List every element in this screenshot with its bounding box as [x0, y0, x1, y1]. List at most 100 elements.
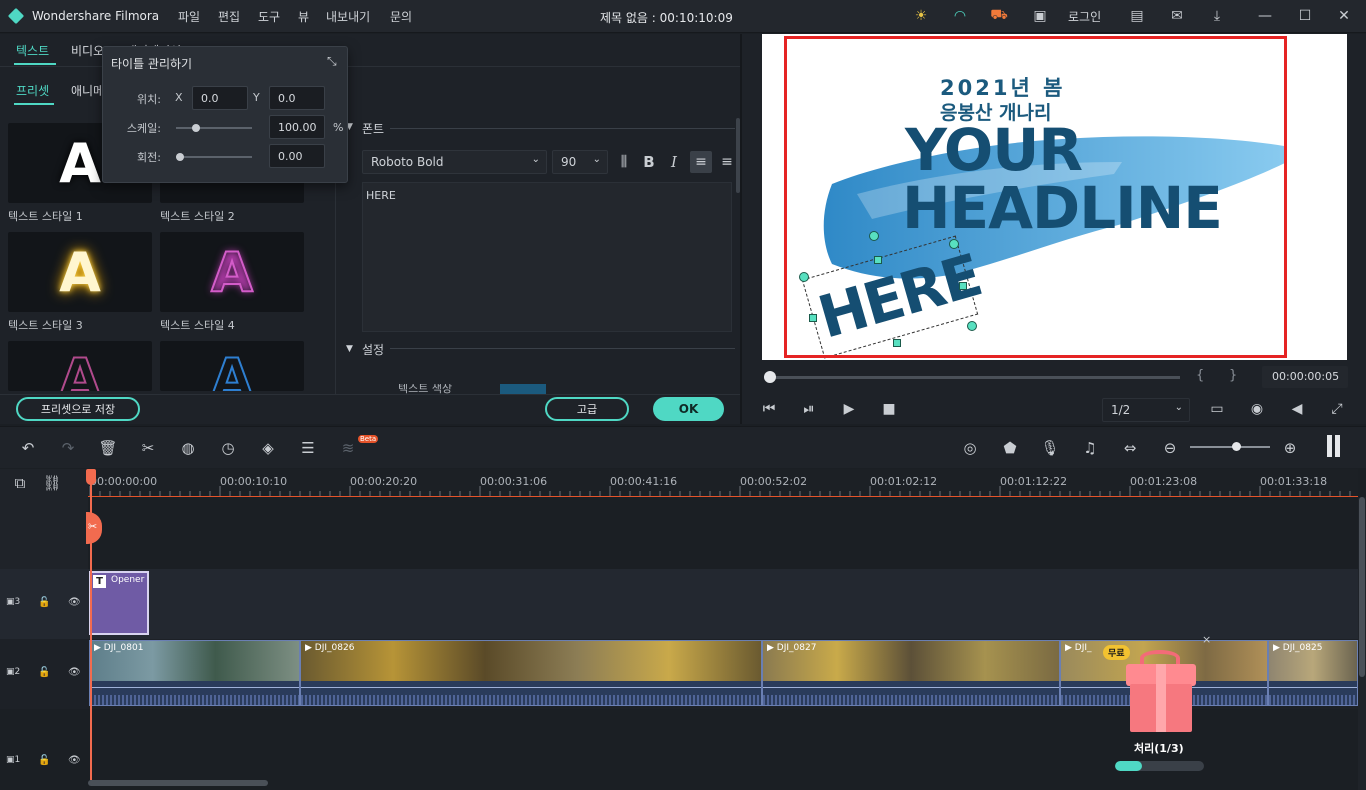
display-icon[interactable]: ▭ — [1208, 400, 1226, 418]
menu-export[interactable]: 내보내기 — [326, 8, 370, 25]
scale-slider-knob[interactable] — [192, 124, 201, 132]
stop-icon[interactable]: ■ — [880, 400, 898, 418]
step-back-icon[interactable]: ⏮ — [760, 400, 778, 418]
lock-icon[interactable]: 🔓 — [38, 667, 50, 678]
download-icon[interactable]: ⤓ — [1208, 7, 1226, 25]
pause-bar-left[interactable] — [1327, 435, 1332, 457]
play-frame-icon[interactable]: ⏯ — [800, 400, 818, 418]
zoom-slider[interactable] — [1190, 442, 1270, 451]
adjust-icon[interactable]: ☰ — [298, 438, 318, 458]
eye-icon[interactable]: 👁 — [68, 597, 81, 608]
zoom-out-icon[interactable]: ⊖ — [1160, 438, 1180, 458]
resize-handle[interactable] — [893, 339, 901, 347]
playhead-knob[interactable] — [764, 371, 776, 383]
link-icon[interactable]: ⛓ — [42, 473, 62, 493]
tab-text[interactable]: 텍스트 — [16, 42, 49, 59]
align-left-icon[interactable]: ≡ — [690, 151, 712, 173]
fullscreen-icon[interactable]: ⤢ — [1328, 400, 1346, 418]
zoom-in-icon[interactable]: ⊕ — [1280, 438, 1300, 458]
minimize-icon[interactable]: — — [1256, 7, 1274, 25]
timeline-scrollbar-h[interactable] — [88, 780, 268, 786]
save-preset-button[interactable]: 프리셋으로 저장 — [16, 397, 140, 421]
preview-canvas[interactable]: 2021년 봄 응봉산 개나리 YOUR HEADLINE HERE — [762, 34, 1347, 360]
rotate-handle[interactable] — [869, 231, 879, 241]
tab-video[interactable]: 비디오 — [71, 42, 104, 59]
text-content-area[interactable]: HERE — [362, 182, 732, 332]
bold-icon[interactable]: B — [640, 153, 658, 171]
fit-icon[interactable]: ⇔ — [1120, 438, 1140, 458]
menu-tools[interactable]: 도구 — [258, 8, 280, 25]
eye-icon[interactable]: 👁 — [68, 755, 81, 766]
ok-button[interactable]: OK — [653, 397, 724, 421]
close-icon[interactable]: × — [1202, 633, 1211, 646]
pause-bar-right[interactable] — [1335, 435, 1340, 457]
resize-handle[interactable] — [959, 282, 967, 290]
quality-select[interactable]: 1/2 ⌄ — [1102, 398, 1190, 422]
marker-icon[interactable]: ⬟ — [1000, 438, 1020, 458]
lock-icon[interactable]: 🔓 — [38, 755, 50, 766]
position-y-input[interactable]: 0.0 — [269, 86, 325, 110]
mark-in-button[interactable]: { — [1196, 368, 1204, 383]
preset-thumb-6[interactable]: A — [160, 341, 304, 391]
lock-icon[interactable]: 🔓 — [38, 597, 50, 608]
playback-scrubber[interactable] — [764, 371, 1180, 383]
maximize-icon[interactable]: ☐ — [1296, 7, 1314, 25]
zoom-slider-knob[interactable] — [1232, 442, 1241, 451]
menu-edit[interactable]: 편집 — [218, 8, 240, 25]
speed-icon[interactable]: ◷ — [218, 438, 238, 458]
lightbulb-icon[interactable]: ☀ — [912, 7, 930, 25]
menu-file[interactable]: 파일 — [178, 8, 200, 25]
login-button[interactable]: 로그인 — [1068, 8, 1101, 25]
video-clip-3[interactable]: ▶ DJI_0827 — [762, 640, 1060, 706]
preset-thumb-5[interactable]: A — [8, 341, 152, 391]
scale-input[interactable]: 100.00 — [269, 115, 325, 139]
resize-handle[interactable] — [949, 239, 959, 249]
gift-icon[interactable]: ▣ — [1031, 7, 1049, 25]
volume-icon[interactable]: ◀ — [1288, 400, 1306, 418]
video-clip-2[interactable]: ▶ DJI_0826 — [300, 640, 762, 706]
video-clip-1[interactable]: ▶ DJI_0801 — [89, 640, 300, 706]
undo-icon[interactable]: ↶ — [18, 438, 38, 458]
align-center-icon[interactable]: ≡ — [718, 153, 736, 171]
letter-spacing-icon[interactable]: ⫼ — [615, 153, 633, 171]
cart-icon[interactable]: ⛟ — [990, 7, 1008, 25]
rotate-input[interactable]: 0.00 — [269, 144, 325, 168]
mark-out-button[interactable]: } — [1229, 368, 1237, 383]
collapse-icon[interactable]: ⤡ — [327, 54, 337, 69]
headset-icon[interactable]: ◠ — [951, 7, 969, 25]
position-x-input[interactable]: 0.0 — [192, 86, 248, 110]
advanced-button[interactable]: 고급 — [545, 397, 629, 421]
audio-wave-icon[interactable]: ≋ — [338, 438, 358, 458]
menu-help[interactable]: 문의 — [390, 8, 412, 25]
eye-icon[interactable]: 👁 — [68, 667, 81, 678]
scale-slider[interactable] — [176, 124, 252, 132]
render-icon[interactable]: ◎ — [960, 438, 980, 458]
resize-handle[interactable] — [874, 256, 882, 264]
rotate-slider[interactable] — [176, 153, 252, 161]
tab-preset[interactable]: 프리셋 — [16, 82, 49, 99]
microphone-icon[interactable]: 🎙 — [1040, 438, 1060, 458]
snapshot-icon[interactable]: ◉ — [1248, 400, 1266, 418]
color-swatch[interactable] — [500, 384, 546, 394]
preset-thumb-3[interactable]: A — [8, 232, 152, 312]
scroll-thumb[interactable] — [1359, 497, 1365, 677]
menu-view[interactable]: 뷰 — [298, 8, 309, 25]
cut-icon[interactable]: ✂ — [138, 438, 158, 458]
rotate-slider-knob[interactable] — [176, 153, 184, 161]
font-family-select[interactable]: Roboto Bold ⌄ — [362, 150, 547, 174]
preset-thumb-4[interactable]: A — [160, 232, 304, 312]
italic-icon[interactable]: I — [665, 153, 683, 171]
keyframe-icon[interactable]: ◈ — [258, 438, 278, 458]
resize-handle[interactable] — [799, 272, 809, 282]
collapse-caret-icon[interactable]: ▼ — [346, 344, 353, 354]
resize-handle[interactable] — [809, 314, 817, 322]
play-icon[interactable]: ▶ — [840, 400, 858, 418]
close-icon[interactable]: ✕ — [1335, 7, 1353, 25]
timeline-scrollbar-v[interactable] — [1358, 497, 1366, 790]
mail-icon[interactable]: ✉ — [1168, 7, 1186, 25]
color-palette-icon[interactable]: ◍ — [178, 438, 198, 458]
add-track-icon[interactable]: ⧉ — [10, 473, 30, 493]
audio-mixer-icon[interactable]: ♫ — [1080, 438, 1100, 458]
gift-box-icon[interactable] — [1124, 650, 1198, 736]
video-clip-5[interactable]: ▶ DJI_0825 — [1268, 640, 1358, 706]
